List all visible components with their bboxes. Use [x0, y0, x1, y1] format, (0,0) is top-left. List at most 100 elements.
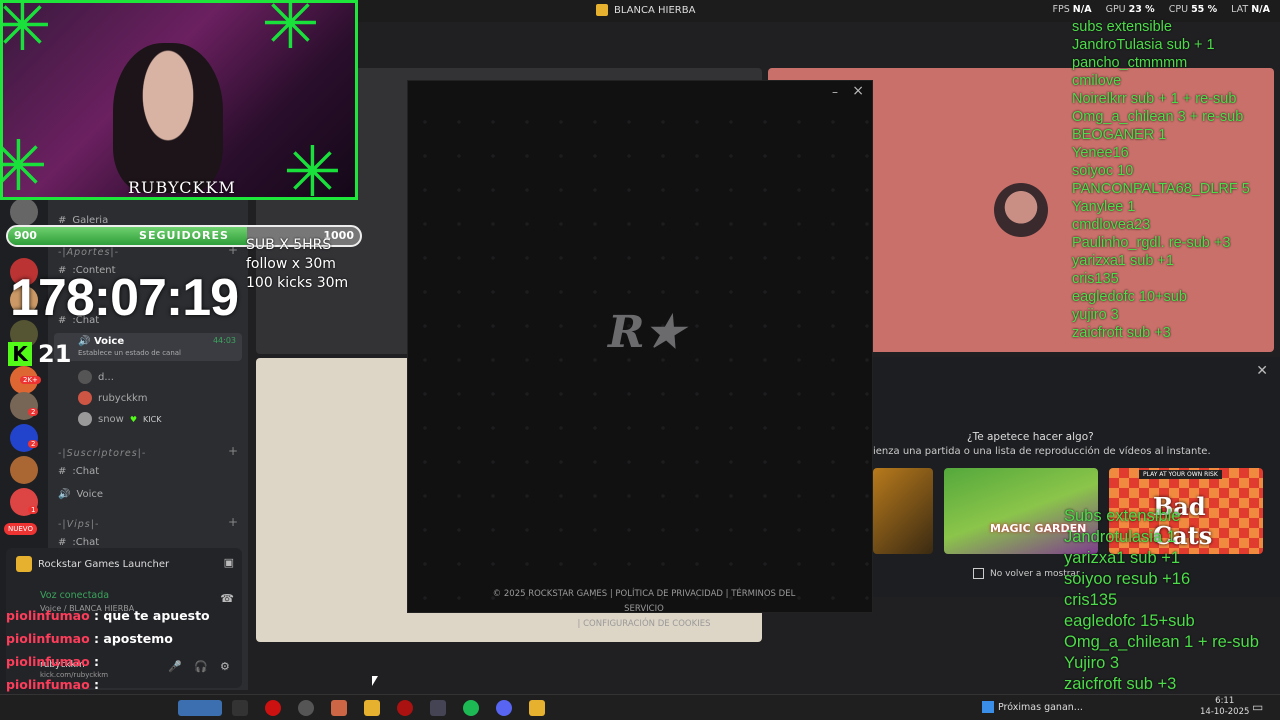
chat-text: : que te apuesto [94, 608, 210, 623]
notification-badge: 2 [28, 440, 39, 448]
opera-browser-icon[interactable] [265, 700, 281, 716]
server-icon[interactable] [10, 456, 38, 484]
webcam-overlay: ✳ ✳ ✳ ✳ RUBYCKKM [0, 0, 358, 200]
sub-entry: subs extensible [1072, 19, 1172, 35]
chat-message: piolinfumao : que te apuesto [6, 604, 210, 627]
sub-entry: yarizxa1 sub +1 [1072, 253, 1174, 269]
voice-member[interactable]: d... [78, 370, 114, 384]
channel-subs-chat[interactable]: # :Chat [58, 466, 99, 477]
kick-count: 21 [38, 340, 72, 368]
chat-text: : apostemo [94, 631, 173, 646]
activity-subtitle: ienza una partida o una lista de reprodu… [873, 446, 1211, 457]
voice-timer: 44:03 [212, 336, 236, 345]
sub-entry: Omg_a_chilean 3 + re-sub [1072, 109, 1244, 125]
chat-username[interactable]: piolinfumao [6, 677, 90, 692]
app-icon[interactable] [397, 700, 413, 716]
voice-member[interactable]: rubyckkm [78, 391, 148, 405]
kick-counter: K 21 [8, 340, 71, 368]
performance-overlay: FPS N/A GPU 23 % CPU 55 % LAT N/A [1053, 4, 1270, 15]
discord-icon[interactable] [496, 700, 512, 716]
add-channel-button[interactable]: + [228, 515, 238, 529]
channel-vips-chat[interactable]: # :Chat [58, 537, 99, 548]
system-clock[interactable]: 6:11 14-10-2025 [1200, 696, 1249, 718]
rockstar-launcher-window: – × R★ © 2025 ROCKSTAR GAMES | POLÍTICA … [407, 80, 874, 629]
sub-list-top: subs extensible JandroTulasia sub + 1 panc… [1072, 18, 1250, 342]
activity-title[interactable]: Rockstar Games Launcher [16, 556, 169, 572]
activity-title-text: Rockstar Games Launcher [38, 558, 170, 570]
avatar [78, 370, 92, 384]
sub-entry: cris135 [1072, 271, 1119, 287]
channel-subs-voice[interactable]: 🔊 Voice [58, 489, 103, 500]
sub-entry: zaicfroft sub +3 [1072, 325, 1171, 341]
obs-icon[interactable] [298, 700, 314, 716]
footer-links[interactable]: © 2025 ROCKSTAR GAMES | POLÍTICA DE PRIV… [484, 587, 804, 617]
channel-label: :Chat [72, 466, 100, 477]
sub-entry: PANCONPALTA68_DLRF 5 [1072, 181, 1250, 197]
fps-stat: FPS N/A [1052, 4, 1092, 15]
sub-entry: JandroTulasia sub + 1 [1072, 37, 1215, 53]
game-card[interactable] [873, 468, 933, 554]
rockstar-logo: R★ [608, 307, 685, 358]
voice-connected-label: Voz conectada [40, 590, 110, 601]
server-icon[interactable] [10, 198, 38, 226]
launcher-footer: © 2025 ROCKSTAR GAMES | POLÍTICA DE PRIV… [484, 587, 804, 632]
rockstar-launcher-icon[interactable] [529, 700, 545, 716]
gpu-stat: GPU 23 % [1105, 4, 1155, 15]
category-aportes[interactable]: -|Aportes|- [58, 247, 119, 258]
sub-entry: Yanylee 1 [1072, 199, 1136, 215]
rockstar-logo-icon [16, 556, 32, 572]
sub-entry: soiyoc 10 [1072, 163, 1134, 179]
channel-voice-active[interactable]: 🔊 Voice 44:03 Establece un estado de can… [54, 333, 242, 361]
chat-username[interactable]: piolinfumao [6, 631, 90, 646]
channel-label: Voice [76, 489, 104, 500]
chat-username[interactable]: piolinfumao [6, 654, 90, 669]
avatar [78, 412, 92, 426]
app-icon[interactable] [331, 700, 347, 716]
minimize-button[interactable]: – [832, 85, 838, 99]
rule-line: 100 kicks 30m [246, 275, 349, 291]
sub-entry: Jandrotulasia 1 [1064, 528, 1176, 546]
chat-message: piolinfumao : apostemo [6, 627, 210, 650]
streamer-name: RUBYCKKM [128, 178, 236, 197]
cookie-settings-link[interactable]: | CONFIGURACIÓN DE COOKIES [484, 617, 804, 632]
category-suscriptores[interactable]: -|Suscriptores|- [58, 448, 146, 459]
settings-gear-icon[interactable]: ⚙ [220, 660, 230, 673]
sub-entry: Yujiro 3 [1064, 654, 1120, 672]
clock-time: 6:11 [1215, 696, 1235, 706]
sub-entry: Omg_a_chilean 1 + re-sub [1064, 633, 1259, 651]
sub-entry: cmilove [1072, 73, 1122, 89]
sub-entry: pancho_ctmmmm [1072, 55, 1188, 71]
task-view-icon[interactable] [232, 700, 248, 716]
news-widget[interactable]: Próximas ganan... [982, 701, 1083, 713]
spotify-icon[interactable] [463, 700, 479, 716]
sub-entry: Subs extensible [1064, 507, 1181, 525]
chat-message: piolinfumao : [6, 673, 210, 696]
sub-entry: eagledofc 15+sub [1064, 612, 1195, 630]
chat-text: : [94, 677, 100, 692]
notification-badge: 2K+ [20, 376, 41, 384]
voice-member[interactable]: snow ♥ KICK [78, 412, 161, 426]
add-channel-button[interactable]: + [228, 444, 238, 458]
member-name: snow [98, 413, 124, 425]
chat-username[interactable]: piolinfumao [6, 608, 90, 623]
subathon-timer: 178:07:19 [10, 269, 239, 327]
file-explorer-icon[interactable] [364, 700, 380, 716]
notification-icon[interactable]: ▭ [1252, 700, 1263, 714]
rockstar-logo-icon [596, 4, 608, 16]
channel-status[interactable]: Establece un estado de canal [78, 349, 181, 357]
cpu-stat: CPU 55 % [1168, 4, 1218, 15]
notification-badge: 2 [28, 408, 39, 416]
category-vips[interactable]: -|Vips|- [58, 519, 99, 530]
disconnect-icon[interactable]: ☎ [220, 592, 234, 605]
screen-share-icon[interactable]: ▣ [224, 556, 234, 569]
store-icon[interactable] [430, 700, 446, 716]
speaker-icon: 🔊 [58, 489, 71, 500]
avatar [78, 391, 92, 405]
clock-date: 14-10-2025 [1200, 707, 1250, 717]
close-button[interactable]: × [852, 83, 864, 99]
sub-entry: yujiro 3 [1072, 307, 1119, 323]
subathon-rules: SUB X 5HRS follow x 30m 100 kicks 30m [246, 236, 348, 293]
close-icon[interactable]: ✕ [1256, 363, 1268, 379]
taskbar-thumbnail[interactable] [178, 700, 222, 716]
hash-icon: # [58, 537, 67, 548]
